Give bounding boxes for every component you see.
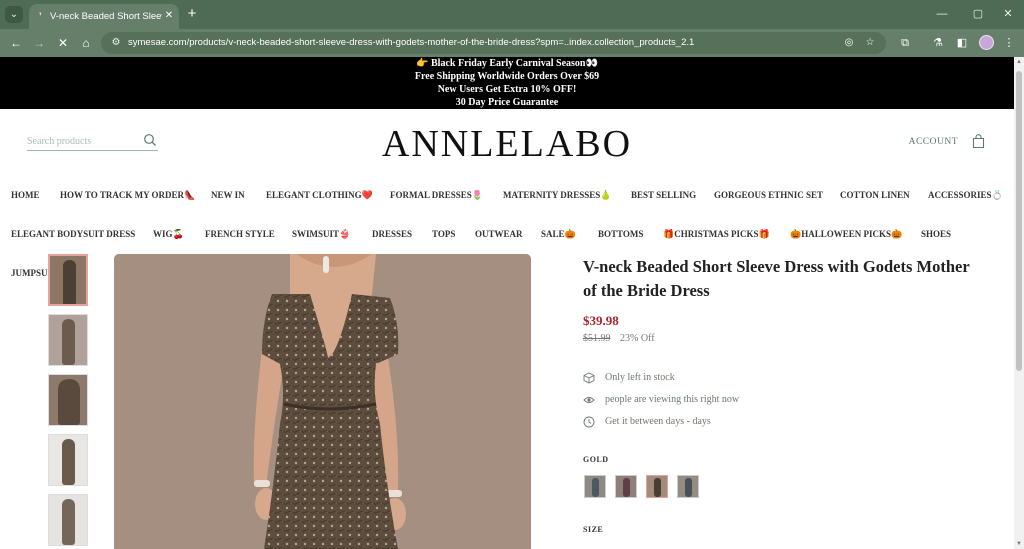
scroll-down-icon[interactable]: ▼ (1014, 539, 1024, 549)
size-option-label: SIZE (583, 525, 604, 534)
thumbnail-dress-figure (62, 439, 75, 485)
tab-favicon-icon: ❜ (39, 11, 42, 21)
nav-item-outwear[interactable]: OUTWEAR (475, 227, 523, 241)
thumbnail-dress-figure (62, 319, 75, 365)
eye-icon (583, 397, 595, 403)
nav-item-ethnic-set[interactable]: GORGEOUS ETHNIC SET (714, 188, 823, 202)
color-swatch[interactable] (615, 475, 637, 498)
announcement-bar: 👉 Black Friday Early Carnival Season👀 Fr… (0, 57, 1014, 109)
announcement-line: 30 Day Price Guarantee (455, 97, 559, 108)
swatch-dress-figure (592, 478, 599, 497)
nav-item-sale[interactable]: SALE🎃 (541, 227, 576, 241)
profile-avatar[interactable] (979, 35, 994, 50)
labs-flask-icon[interactable]: ⚗ (930, 35, 946, 51)
nav-item-new-in[interactable]: NEW IN (211, 188, 245, 202)
clock-icon (583, 416, 595, 428)
main-product-image[interactable] (114, 254, 531, 549)
nav-item-french-style[interactable]: FRENCH STYLE (205, 227, 275, 241)
page-scrollbar[interactable]: ▲ ▼ (1014, 57, 1024, 549)
window-close-icon[interactable]: ✕ (1000, 6, 1016, 22)
product-thumbnail[interactable] (48, 374, 88, 426)
nav-item-shoes[interactable]: SHOES (921, 227, 951, 241)
announcement-line: New Users Get Extra 10% OFF! (437, 84, 577, 95)
product-thumbnail[interactable] (48, 434, 88, 486)
home-icon[interactable]: ⌂ (78, 35, 94, 51)
nav-item-wig[interactable]: WIG🍒 (153, 227, 184, 241)
nav-item-track-order[interactable]: HOW TO TRACK MY ORDER👠 (60, 188, 195, 202)
forward-icon[interactable]: → (31, 35, 47, 51)
nav-item-christmas-picks[interactable]: 🎁CHRISTMAS PICKS🎁 (663, 227, 770, 241)
back-icon[interactable]: ← (8, 35, 24, 51)
search-icon[interactable] (143, 133, 157, 147)
address-bar[interactable]: ⚙ symesae.com/products/v-neck-beaded-sho… (101, 32, 886, 54)
product-thumbnail[interactable] (48, 254, 88, 306)
browser-tabstrip: ⌄ ❜ V-neck Beaded Short Sleeve Dress ✕ +… (0, 0, 1024, 29)
search-box (27, 131, 158, 151)
nav-item-swimsuit[interactable]: SWIMSUIT👙 (292, 227, 350, 241)
nav-item-formal-dresses[interactable]: FORMAL DRESSES🌷 (390, 188, 483, 202)
compare-price: $51.99 (583, 333, 611, 344)
minimize-icon[interactable]: — (934, 6, 950, 22)
swatch-dress-figure (654, 478, 661, 497)
product-thumbnail[interactable] (48, 494, 88, 546)
thumbnail-dress-figure (58, 379, 80, 425)
nav-item-accessories[interactable]: ACCESSORIES💍 (928, 188, 1003, 202)
delivery-estimate: Get it between days - days (605, 416, 711, 427)
thumbnail-dress-figure (62, 499, 75, 545)
nav-item-dresses[interactable]: DRESSES (372, 227, 412, 241)
nav-item-best-selling[interactable]: BEST SELLING (631, 188, 696, 202)
tracking-protection-icon[interactable]: ◎ (842, 36, 856, 50)
side-panel-icon[interactable]: ◧ (954, 35, 970, 51)
sale-price: $39.98 (583, 313, 619, 328)
search-input[interactable] (27, 133, 137, 149)
tab-close-icon[interactable]: ✕ (163, 9, 175, 23)
product-title: V-neck Beaded Short Sleeve Dress with Go… (583, 257, 970, 300)
new-tab-button[interactable]: + (185, 6, 199, 22)
nav-item-cotton-linen[interactable]: COTTON LINEN (840, 188, 910, 202)
nav-item-home[interactable]: HOME (11, 188, 40, 202)
account-link[interactable]: ACCOUNT (898, 135, 958, 149)
nav-item-maternity-dresses[interactable]: MATERNITY DRESSES🍐 (503, 188, 611, 202)
color-swatch[interactable] (677, 475, 699, 498)
site-logo[interactable]: ANNLELABO (350, 122, 664, 166)
nav-item-tops[interactable]: TOPS (432, 227, 455, 241)
maximize-icon[interactable]: ▢ (970, 6, 986, 22)
discount-badge: 23% Off (620, 333, 655, 344)
announcement-line: Free Shipping Worldwide Orders Over $69 (414, 71, 600, 82)
swatch-dress-figure (623, 478, 630, 497)
color-swatch-selected[interactable] (646, 475, 668, 498)
shopping-bag-icon[interactable] (971, 134, 986, 149)
tab-title: V-neck Beaded Short Sleeve Dress (50, 11, 162, 22)
browser-toolbar: ← → ✕ ⌂ ⚙ symesae.com/products/v-neck-be… (0, 29, 1024, 57)
color-swatch[interactable] (584, 475, 606, 498)
url-text[interactable]: symesae.com/products/v-neck-beaded-short… (128, 36, 828, 50)
tab-search-button[interactable]: ⌄ (5, 6, 23, 23)
dress-model-image (114, 254, 531, 549)
bookmark-star-icon[interactable]: ☆ (863, 36, 877, 50)
nav-item-bottoms[interactable]: BOTTOMS (598, 227, 643, 241)
browser-tab[interactable]: ❜ V-neck Beaded Short Sleeve Dress ✕ (29, 4, 179, 29)
product-thumbnail[interactable] (48, 314, 88, 366)
nav-item-bodysuit-dress[interactable]: ELEGANT BODYSUIT DRESS (11, 227, 135, 241)
site-info-icon[interactable]: ⚙ (109, 36, 123, 50)
scroll-up-icon[interactable]: ▲ (1014, 57, 1024, 67)
browser-menu-icon[interactable]: ⋮ (1001, 35, 1017, 51)
thumbnail-dress-figure (63, 260, 76, 304)
scroll-thumb[interactable] (1016, 71, 1022, 371)
nav-item-halloween-picks[interactable]: 🎃HALLOWEEN PICKS🎃 (790, 227, 902, 241)
extensions-icon[interactable]: ⧉ (897, 35, 913, 51)
nav-item-elegant-clothing[interactable]: ELEGANT CLOTHING❤️ (266, 188, 373, 202)
swatch-dress-figure (685, 478, 692, 497)
box-icon (583, 372, 595, 384)
announcement-line: 👉 Black Friday Early Carnival Season👀 (416, 58, 598, 69)
stop-loading-icon[interactable]: ✕ (55, 35, 71, 51)
color-option-label: GOLD (583, 455, 609, 464)
viewers-count: people are viewing this right now (605, 394, 740, 405)
stock-status: Only left in stock (605, 372, 675, 383)
